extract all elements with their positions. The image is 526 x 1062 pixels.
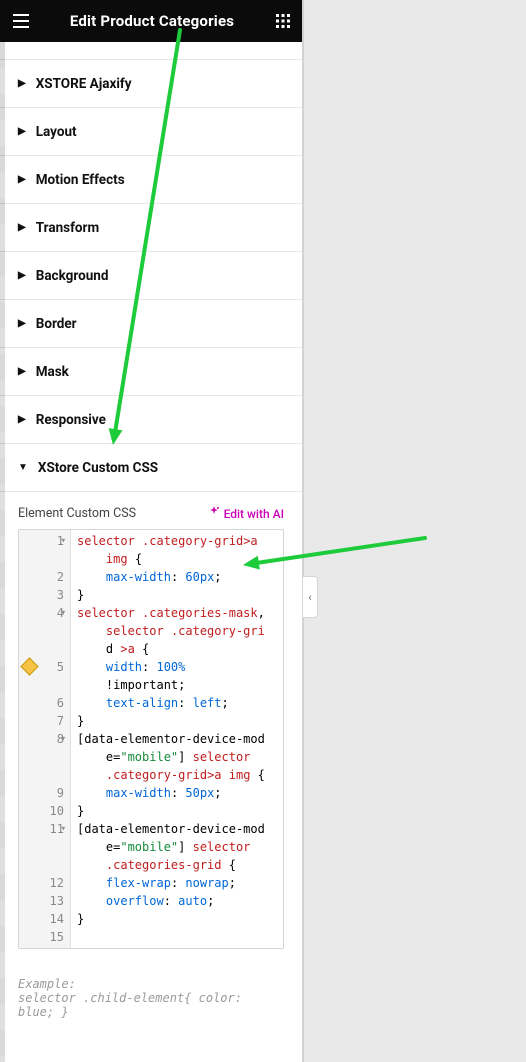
caret-right-icon: ▶ (18, 271, 26, 281)
css-code-editor[interactable]: 1▾234▾5678▾91011▾1213141516▾1718 selecto… (18, 529, 284, 949)
css-example-hint: Example: selector .child-element{ color:… (0, 967, 302, 1029)
section-label: Layout (36, 124, 77, 140)
editor-gutter: 1▾234▾5678▾91011▾1213141516▾1718 (19, 530, 71, 948)
caret-down-icon: ▼ (18, 463, 28, 473)
hamburger-icon[interactable] (12, 13, 30, 29)
sparkle-icon (208, 506, 220, 521)
chevron-left-icon: ‹ (308, 591, 311, 604)
example-label: Example: (18, 977, 284, 991)
section-label: Responsive (36, 412, 106, 428)
left-edge-decoration (0, 42, 5, 1062)
section-label: Motion Effects (36, 172, 125, 188)
custom-css-section-content: Element Custom CSS Edit with AI 1▾234▾56… (0, 492, 302, 967)
section-border[interactable]: ▶ Border (0, 300, 302, 348)
caret-right-icon: ▶ (18, 127, 26, 137)
example-code: selector .child-element{ color: blue; } (18, 991, 284, 1019)
panel-title: Edit Product Categories (70, 12, 234, 30)
panel-header: Edit Product Categories (0, 0, 302, 42)
section-label: Transform (36, 220, 99, 236)
editor-code-area[interactable]: selector .category-grid>a img { max-widt… (71, 530, 283, 948)
section-label: XSTORE Ajaxify (36, 76, 132, 92)
caret-right-icon: ▶ (18, 367, 26, 377)
apps-grid-icon[interactable] (274, 13, 292, 29)
field-label: Element Custom CSS (18, 506, 136, 521)
section-label: Border (36, 316, 77, 332)
caret-right-icon: ▶ (18, 175, 26, 185)
section-motion-effects[interactable]: ▶ Motion Effects (0, 156, 302, 204)
section-label: Background (36, 268, 109, 284)
edit-with-ai-button[interactable]: Edit with AI (208, 506, 284, 521)
caret-right-icon: ▶ (18, 319, 26, 329)
caret-right-icon: ▶ (18, 415, 26, 425)
caret-right-icon: ▶ (18, 223, 26, 233)
section-label: XStore Custom CSS (38, 460, 158, 476)
section-ajaxify[interactable]: ▶ XSTORE Ajaxify (0, 60, 302, 108)
section-background[interactable]: ▶ Background (0, 252, 302, 300)
elementor-panel: Edit Product Categories ▶ XSTORE Ajaxify… (0, 0, 303, 1062)
section-layout[interactable]: ▶ Layout (0, 108, 302, 156)
panel-divider (303, 0, 304, 1062)
section-label: Mask (36, 364, 69, 380)
section-custom-css[interactable]: ▼ XStore Custom CSS (0, 444, 302, 492)
section-mask[interactable]: ▶ Mask (0, 348, 302, 396)
caret-right-icon: ▶ (18, 79, 26, 89)
section-transform[interactable]: ▶ Transform (0, 204, 302, 252)
collapse-panel-handle[interactable]: ‹ (303, 576, 318, 618)
edit-with-ai-label: Edit with AI (224, 507, 284, 521)
panel-top-spacer (0, 42, 302, 60)
section-responsive[interactable]: ▶ Responsive (0, 396, 302, 444)
